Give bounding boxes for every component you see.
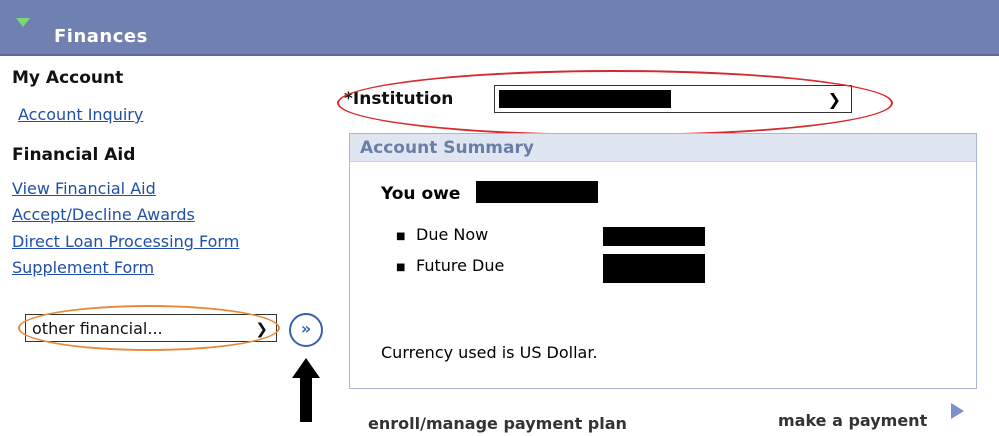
- redacted-future-due-amount: [603, 254, 705, 283]
- redacted-amount-owed: [476, 181, 598, 203]
- other-financial-select[interactable]: other financial... ❯: [25, 314, 277, 342]
- account-summary-heading: Account Summary: [350, 134, 976, 162]
- institution-label: *Institution: [344, 89, 454, 109]
- you-owe-label: You owe: [381, 184, 461, 204]
- chevron-down-icon: ❯: [255, 320, 268, 338]
- institution-select[interactable]: ❯: [494, 85, 852, 113]
- direct-loan-form-link[interactable]: Direct Loan Processing Form: [12, 232, 239, 251]
- financial-aid-heading: Financial Aid: [12, 145, 136, 165]
- play-arrow-icon[interactable]: [951, 403, 964, 419]
- view-financial-aid-link[interactable]: View Financial Aid: [12, 179, 156, 198]
- make-payment-link[interactable]: make a payment: [778, 411, 927, 430]
- redacted-due-now-amount: [603, 227, 705, 246]
- go-button[interactable]: »: [289, 313, 323, 347]
- bullet-icon: ■: [396, 231, 406, 242]
- collapse-triangle-icon[interactable]: [16, 18, 30, 27]
- accept-decline-awards-link[interactable]: Accept/Decline Awards: [12, 205, 195, 224]
- other-financial-value: other financial...: [32, 319, 163, 338]
- chevron-down-icon: ❯: [827, 90, 841, 109]
- supplement-form-link[interactable]: Supplement Form: [12, 258, 154, 277]
- payment-plan-link[interactable]: enroll/manage payment plan: [368, 414, 627, 433]
- currency-note: Currency used is US Dollar.: [381, 343, 598, 362]
- my-account-heading: My Account: [12, 68, 124, 88]
- future-due-label: Future Due: [416, 256, 505, 275]
- redacted-institution-value: [499, 90, 671, 108]
- annotation-up-arrow-icon: [292, 358, 320, 422]
- bullet-icon: ■: [396, 262, 406, 273]
- account-inquiry-link[interactable]: Account Inquiry: [18, 105, 143, 124]
- due-now-label: Due Now: [416, 225, 489, 244]
- section-title: Finances: [54, 26, 148, 47]
- finances-header: Finances: [0, 0, 999, 56]
